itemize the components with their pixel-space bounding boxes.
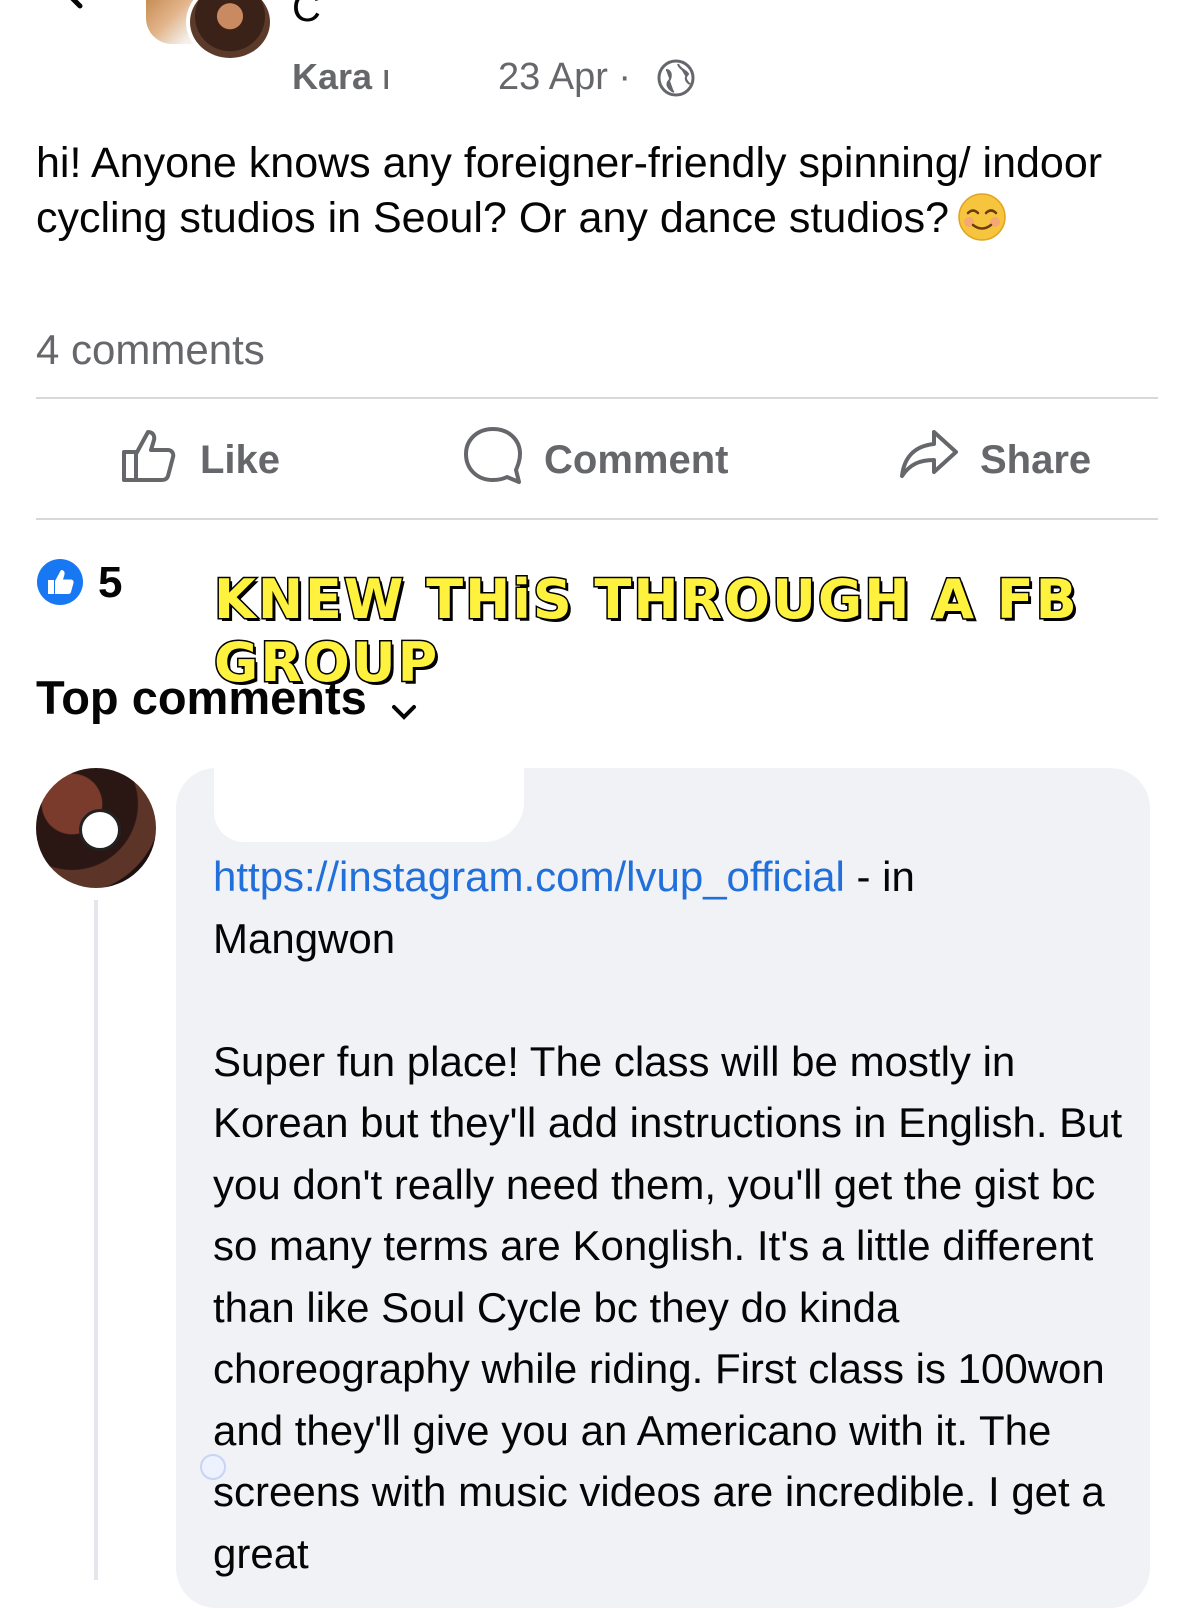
author-name[interactable]: Kara r xyxy=(292,56,396,98)
like-label: Like xyxy=(200,437,281,482)
comment-body: https://instagram.com/lvup_official - in… xyxy=(213,846,1133,1584)
like-button[interactable]: Like xyxy=(118,430,281,488)
divider xyxy=(36,518,1158,520)
avatar-redaction-dot xyxy=(79,809,121,851)
post-text-content: hi! Anyone knows any foreigner-friendly … xyxy=(36,139,1103,242)
post-date[interactable]: 23 Apr · xyxy=(498,56,631,99)
share-arrow-icon xyxy=(898,424,960,496)
selection-handle[interactable] xyxy=(200,1454,226,1480)
share-button[interactable]: Share xyxy=(898,430,1092,488)
author-name-redaction xyxy=(388,60,448,100)
reaction-count[interactable]: 5 xyxy=(98,558,122,608)
comment-button[interactable]: Comment xyxy=(462,427,729,488)
thumbs-up-icon xyxy=(118,424,180,496)
comment-text: Super fun place! The class will be mostl… xyxy=(213,1037,1134,1577)
comment-label: Comment xyxy=(544,437,729,482)
instagram-link[interactable]: https://instagram.com/lvup_official xyxy=(213,853,845,900)
top-comments-label: Top comments xyxy=(36,671,367,724)
group-name[interactable]: C xyxy=(292,0,321,31)
comment-count[interactable]: 4 comments xyxy=(36,326,265,374)
back-arrow-icon[interactable] xyxy=(52,0,92,10)
globe-icon xyxy=(656,58,696,98)
author-avatar[interactable] xyxy=(190,0,270,58)
share-label: Share xyxy=(980,437,1092,482)
top-comments-sort[interactable]: Top comments xyxy=(36,670,419,725)
chevron-down-icon xyxy=(389,683,419,720)
post-text: hi! Anyone knows any foreigner-friendly … xyxy=(36,136,1136,246)
smiling-emoji-icon xyxy=(957,192,1007,242)
divider xyxy=(36,397,1158,399)
commenter-name-redaction xyxy=(214,768,524,842)
comment-bubble-icon xyxy=(462,424,524,496)
thread-line xyxy=(94,900,98,1580)
like-reaction-icon[interactable] xyxy=(36,558,84,606)
